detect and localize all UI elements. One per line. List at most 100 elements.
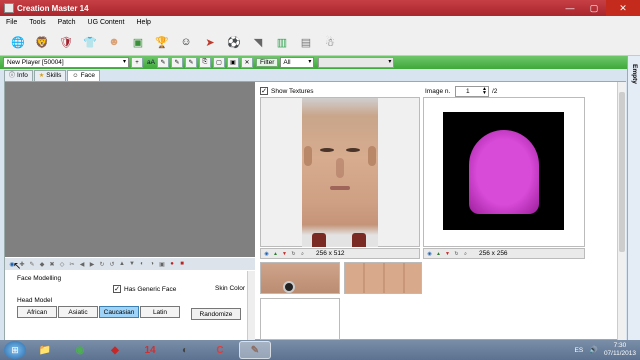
pitch-icon[interactable]: ▥ xyxy=(272,32,292,52)
light-icon[interactable]: ◐ xyxy=(138,260,146,268)
filter-secondary-select[interactable]: ▾ xyxy=(318,57,395,68)
creation-master-active-icon[interactable]: ✎ xyxy=(239,341,271,359)
image-number-spinner[interactable]: 1 ▲ ▼ xyxy=(455,86,489,97)
texture-thumbnail[interactable] xyxy=(260,262,340,294)
stadium-icon[interactable]: ▣ xyxy=(128,32,148,52)
import-icon[interactable]: ▲ xyxy=(435,250,442,257)
stop-icon[interactable]: ■ xyxy=(178,260,186,268)
eye-icon[interactable]: ◉ xyxy=(263,250,270,257)
fifa14-icon[interactable]: 14 xyxy=(134,341,166,359)
import-icon[interactable]: ▲ xyxy=(272,250,279,257)
menu-help[interactable]: Help xyxy=(131,19,157,26)
export-icon[interactable]: ▼ xyxy=(281,250,288,257)
app-red-icon[interactable]: ◆ xyxy=(99,341,131,359)
tab-info[interactable]: ⓘ Info xyxy=(4,70,33,81)
right-icon[interactable]: ▶ xyxy=(88,260,96,268)
head-model-african-button[interactable]: African xyxy=(17,306,57,318)
language-indicator[interactable]: ES xyxy=(575,347,584,354)
image-number-label: Image n. xyxy=(425,88,451,95)
ball-icon[interactable]: ⚽ xyxy=(224,32,244,52)
head-model-latin-button[interactable]: Latin xyxy=(140,306,180,318)
copy-icon[interactable]: ⎘ xyxy=(198,57,211,68)
menu-patch[interactable]: Patch xyxy=(52,19,82,26)
refresh-icon[interactable]: ↻ xyxy=(290,250,297,257)
shape-icon[interactable]: ◇ xyxy=(58,260,66,268)
newspaper-icon[interactable]: ▤ xyxy=(296,32,316,52)
generic-face-checkbox[interactable]: ✓ Has Generic Face xyxy=(113,285,176,293)
face-panel-scrollbar[interactable] xyxy=(247,271,255,340)
shoe-icon[interactable]: ➤ xyxy=(200,32,220,52)
scrollbar-thumb[interactable] xyxy=(619,92,625,252)
eye-icon[interactable]: ◉ xyxy=(426,250,433,257)
texture-thumbnail-empty[interactable] xyxy=(260,298,340,340)
zoom-icon[interactable]: ⌕ xyxy=(462,250,469,257)
media-icon[interactable]: ◐ xyxy=(169,341,201,359)
tab-face[interactable]: ☺ Face xyxy=(67,70,101,81)
menu-ug-content[interactable]: UG Content xyxy=(82,19,131,26)
left-icon[interactable]: ◀ xyxy=(78,260,86,268)
down-icon[interactable]: ▼ xyxy=(128,260,136,268)
explorer-icon[interactable]: 📁 xyxy=(29,341,61,359)
case-toggle[interactable]: aA xyxy=(147,59,155,66)
export-icon[interactable]: ▼ xyxy=(444,250,451,257)
tool-b-icon[interactable]: ✎ xyxy=(170,57,183,68)
cut-icon[interactable]: ✂ xyxy=(68,260,76,268)
chevron-down-icon: ▾ xyxy=(388,59,392,65)
clone-icon[interactable]: ▣ xyxy=(226,57,239,68)
randomize-button[interactable]: Randomize xyxy=(191,308,241,320)
texture-thumbnail[interactable] xyxy=(344,262,422,294)
refresh-icon[interactable]: ↻ xyxy=(453,250,460,257)
reset-icon[interactable]: ✖ xyxy=(48,260,56,268)
tab-skills[interactable]: ★ Skills xyxy=(33,70,67,81)
head-model-asiatic-button[interactable]: Asiatic xyxy=(58,306,98,318)
menu-tools[interactable]: Tools xyxy=(23,19,51,26)
close-button[interactable]: ✕ xyxy=(606,0,640,16)
kit-icon[interactable]: 👕 xyxy=(80,32,100,52)
mascot-icon[interactable]: ☃ xyxy=(320,32,340,52)
league-icon[interactable]: 🦁 xyxy=(32,32,52,52)
paste-icon[interactable]: ▢ xyxy=(212,57,225,68)
minimize-button[interactable]: — xyxy=(558,0,582,16)
creation-master-icon[interactable]: C xyxy=(204,341,236,359)
volume-icon[interactable]: 🔊 xyxy=(589,346,598,354)
shade-icon[interactable]: ◑ xyxy=(148,260,156,268)
morph-icon[interactable]: ◆ xyxy=(38,260,46,268)
filter-label: Filter xyxy=(255,58,279,67)
zoom-icon[interactable]: ⌕ xyxy=(299,250,306,257)
edit-icon[interactable]: ✎ xyxy=(28,260,36,268)
maximize-button[interactable]: ▢ xyxy=(582,0,606,16)
head-model-caucasian-button[interactable]: Caucasian xyxy=(99,306,139,318)
globe-icon[interactable]: 🌐 xyxy=(8,32,28,52)
ear-left xyxy=(304,146,312,166)
player-face-icon[interactable]: ☻ xyxy=(104,32,124,52)
boots-icon[interactable]: ◥ xyxy=(248,32,268,52)
player-select[interactable]: New Player [50004] ▾ xyxy=(3,57,129,68)
start-button[interactable]: ⊞ xyxy=(4,341,26,359)
textures-scrollbar[interactable] xyxy=(617,82,626,340)
chrome-icon[interactable]: ◉ xyxy=(64,341,96,359)
show-textures-label: Show Textures xyxy=(271,87,314,95)
spinner-arrows-icon[interactable]: ▲ ▼ xyxy=(482,87,487,96)
up-icon[interactable]: ▲ xyxy=(118,260,126,268)
record-icon[interactable]: ● xyxy=(168,260,176,268)
add-player-icon[interactable]: + xyxy=(131,57,143,68)
delete-icon[interactable]: ✕ xyxy=(240,57,253,68)
tool-a-icon[interactable]: ✎ xyxy=(156,57,169,68)
editor-tabs: ⓘ Info ★ Skills ☺ Face xyxy=(4,70,101,81)
menu-file[interactable]: File xyxy=(0,19,23,26)
mask-texture-image[interactable] xyxy=(443,112,564,230)
3d-viewport[interactable] xyxy=(5,82,255,257)
tool-c-icon[interactable]: ✎ xyxy=(184,57,197,68)
grid-icon[interactable]: ▣ xyxy=(158,260,166,268)
side-panel-strip[interactable]: Empty xyxy=(627,56,640,340)
rotate-icon[interactable]: ↻ xyxy=(98,260,106,268)
show-textures-checkbox[interactable]: ✓ Show Textures xyxy=(260,87,314,95)
referee-icon[interactable]: ☺ xyxy=(176,32,196,52)
clock[interactable]: 7:30 07/11/2013 xyxy=(604,342,636,358)
player-select-value: New Player [50004] xyxy=(7,59,64,66)
face-texture-image[interactable] xyxy=(302,98,378,247)
rotate-back-icon[interactable]: ↺ xyxy=(108,260,116,268)
trophy-icon[interactable]: 🏆 xyxy=(152,32,172,52)
filter-select[interactable]: All ▾ xyxy=(280,57,315,68)
club-crest-icon[interactable]: 🛡 xyxy=(56,32,76,52)
